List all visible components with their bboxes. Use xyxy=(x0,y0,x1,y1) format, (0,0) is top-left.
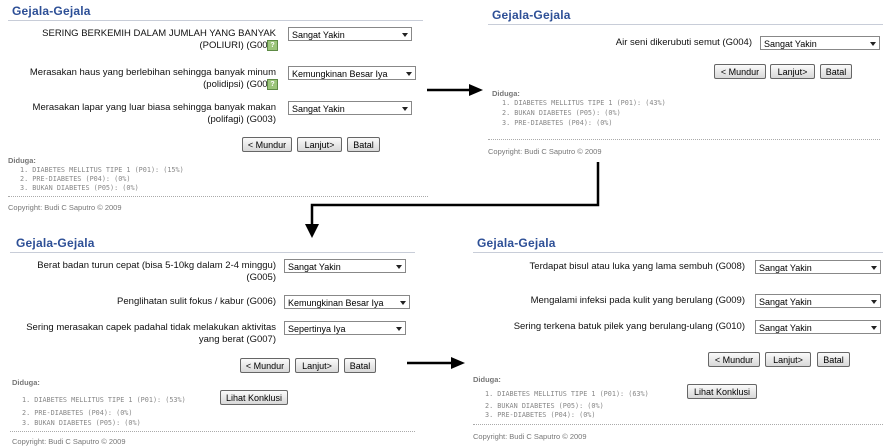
diduga-label: Diduga: xyxy=(8,156,36,165)
flow-arrow-right-icon xyxy=(427,84,483,96)
copyright-text: Copyright: Budi C Saputro © 2009 xyxy=(488,147,602,156)
result-item: 2. BUKAN DIABETES (P05): (0%) xyxy=(502,109,621,117)
next-button[interactable]: Lanjut> xyxy=(295,358,339,373)
question-g009: Mengalami infeksi pada kulit yang berula… xyxy=(530,295,745,306)
help-icon[interactable]: ? xyxy=(267,79,278,90)
copyright-text: Copyright: Budi C Saputro © 2009 xyxy=(8,203,122,212)
question-g003: Merasakan lapar yang luar biasa sehingga… xyxy=(32,102,276,125)
result-item: 3. PRE-DIABETES (P04): (0%) xyxy=(485,411,596,419)
result-item: 3. BUKAN DIABETES (P05): (0%) xyxy=(20,184,139,192)
diduga-label: Diduga: xyxy=(492,89,520,98)
back-button[interactable]: < Mundur xyxy=(240,358,290,373)
next-button[interactable]: Lanjut> xyxy=(297,137,342,152)
flow-arrow-right-icon xyxy=(407,357,465,369)
result-item: 3. BUKAN DIABETES (P05): (0%) xyxy=(22,419,141,427)
cancel-button[interactable]: Batal xyxy=(820,64,852,79)
answer-select-g005[interactable]: Sangat Yakin xyxy=(284,259,406,273)
next-button[interactable]: Lanjut> xyxy=(770,64,815,79)
answer-select-g002[interactable]: Kemungkinan Besar Iya xyxy=(288,66,416,80)
question-g005: Berat badan turun cepat (bisa 5-10kg dal… xyxy=(37,260,276,283)
back-button[interactable]: < Mundur xyxy=(714,64,766,79)
title-divider xyxy=(488,24,883,25)
answer-select-g006[interactable]: Kemungkinan Besar Iya xyxy=(284,295,410,309)
conclusion-button[interactable]: Lihat Konklusi xyxy=(220,390,288,405)
footer-divider xyxy=(488,139,880,140)
chevron-down-icon xyxy=(400,301,406,305)
panel-3: Gejala-Gejala Berat badan turun cepat (b… xyxy=(0,230,430,448)
back-button[interactable]: < Mundur xyxy=(708,352,760,367)
cancel-button[interactable]: Batal xyxy=(347,137,380,152)
diduga-label: Diduga: xyxy=(473,375,501,384)
panel-title: Gejala-Gejala xyxy=(12,4,91,18)
chevron-down-icon xyxy=(870,42,876,46)
conclusion-button[interactable]: Lihat Konklusi xyxy=(687,384,757,399)
chevron-down-icon xyxy=(402,33,408,37)
question-g002: Merasakan haus yang berlebihan sehingga … xyxy=(29,67,276,90)
copyright-text: Copyright: Budi C Saputro © 2009 xyxy=(12,437,126,446)
answer-select-g008[interactable]: Sangat Yakin xyxy=(755,260,881,274)
title-divider xyxy=(8,20,423,21)
answer-select-g001[interactable]: Sangat Yakin xyxy=(288,27,412,41)
help-icon[interactable]: ? xyxy=(267,40,278,51)
chevron-down-icon xyxy=(871,266,877,270)
panel-title: Gejala-Gejala xyxy=(492,8,571,22)
result-item: 1. DIABETES MELLITUS TIPE 1 (P01): (43%) xyxy=(502,99,666,107)
diduga-label: Diduga: xyxy=(12,378,40,387)
copyright-text: Copyright: Budi C Saputro © 2009 xyxy=(473,432,587,441)
footer-divider xyxy=(10,431,415,432)
answer-select-g009[interactable]: Sangat Yakin xyxy=(755,294,881,308)
result-item: 1. DIABETES MELLITUS TIPE 1 (P01): (63%) xyxy=(485,390,649,398)
chevron-down-icon xyxy=(871,326,877,330)
answer-select-g004[interactable]: Sangat Yakin xyxy=(760,36,880,50)
result-item: 2. PRE-DIABETES (P04): (0%) xyxy=(20,175,131,183)
footer-divider xyxy=(473,424,883,425)
chevron-down-icon xyxy=(871,300,877,304)
chevron-down-icon xyxy=(396,265,402,269)
chevron-down-icon xyxy=(396,327,402,331)
title-divider xyxy=(10,252,415,253)
result-item: 3. PRE-DIABETES (P04): (0%) xyxy=(502,119,613,127)
flow-arrow-down-icon xyxy=(305,162,600,238)
answer-select-g003[interactable]: Sangat Yakin xyxy=(288,101,412,115)
question-g001: SERING BERKEMIH DALAM JUMLAH YANG BANYAK… xyxy=(42,28,276,51)
panel-2: Gejala-Gejala Air seni dikerubuti semut … xyxy=(480,0,885,165)
chevron-down-icon xyxy=(402,107,408,111)
result-item: 2. PRE-DIABETES (P04): (0%) xyxy=(22,409,133,417)
result-item: 1. DIABETES MELLITUS TIPE 1 (P01): (15%) xyxy=(20,166,184,174)
panel-4: Gejala-Gejala Terdapat bisul atau luka y… xyxy=(465,228,885,448)
result-item: 1. DIABETES MELLITUS TIPE 1 (P01): (53%) xyxy=(22,396,186,404)
answer-select-g010[interactable]: Sangat Yakin xyxy=(755,320,881,334)
cancel-button[interactable]: Batal xyxy=(344,358,376,373)
chevron-down-icon xyxy=(406,72,412,76)
title-divider xyxy=(473,252,883,253)
question-g007: Sering merasakan capek padahal tidak mel… xyxy=(26,322,276,345)
question-g008: Terdapat bisul atau luka yang lama sembu… xyxy=(529,261,745,272)
question-g006: Penglihatan sulit fokus / kabur (G006) xyxy=(117,296,276,307)
question-g010: Sering terkena batuk pilek yang berulang… xyxy=(513,321,745,332)
next-button[interactable]: Lanjut> xyxy=(765,352,811,367)
back-button[interactable]: < Mundur xyxy=(242,137,292,152)
cancel-button[interactable]: Batal xyxy=(817,352,850,367)
question-g004: Air seni dikerubuti semut (G004) xyxy=(615,37,752,48)
result-item: 2. BUKAN DIABETES (P05): (0%) xyxy=(485,402,604,410)
panel-title: Gejala-Gejala xyxy=(16,236,95,250)
answer-select-g007[interactable]: Sepertinya Iya xyxy=(284,321,406,335)
